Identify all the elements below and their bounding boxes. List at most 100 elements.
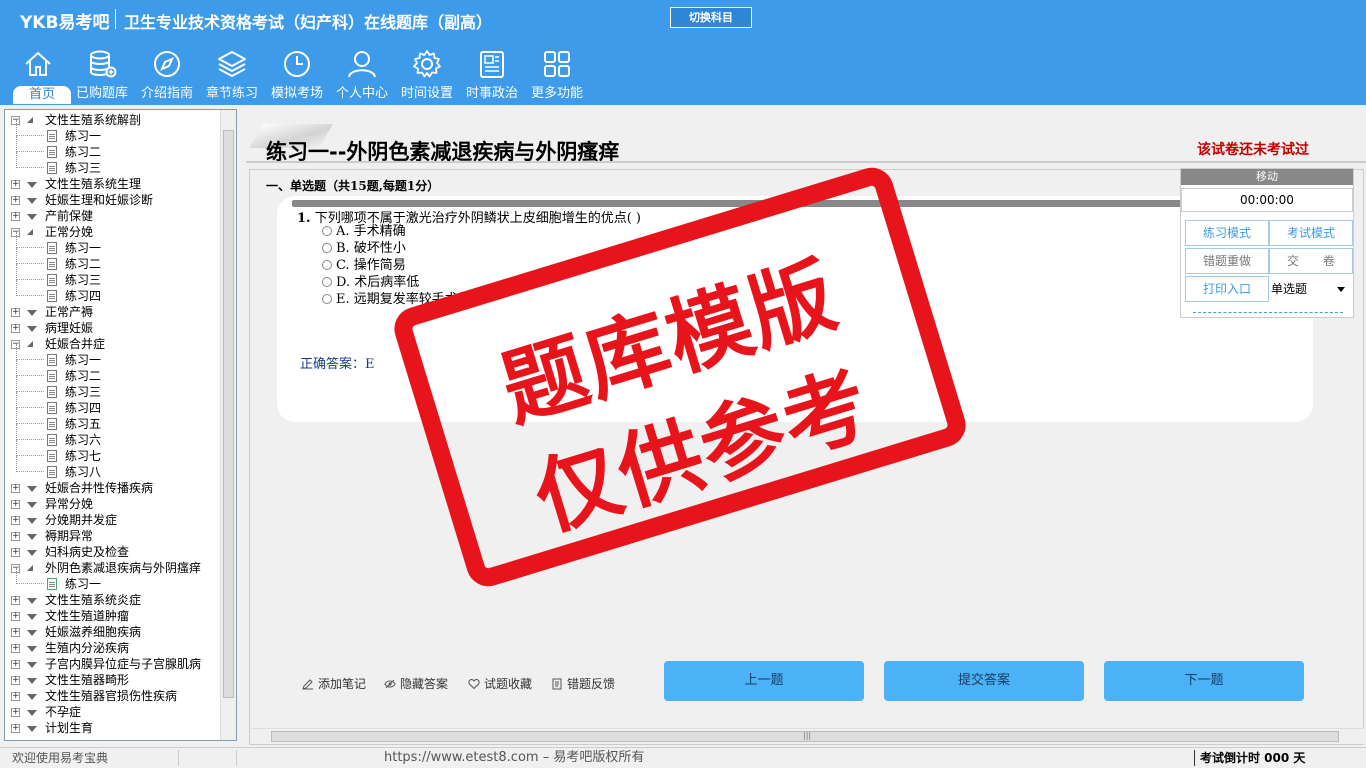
nav-time-settings[interactable]: 时间设置	[394, 48, 460, 104]
switch-subject-button[interactable]: 切换科目	[670, 7, 752, 28]
app-logo: YKB易考吧	[20, 13, 110, 33]
tree-exercise-label: 练习三	[65, 161, 102, 175]
expand-icon[interactable]: +	[11, 516, 20, 525]
option-b[interactable]: B. 破坏性小	[322, 241, 406, 257]
option-c[interactable]: C. 操作简易	[322, 258, 406, 274]
exam-timer: 00:00:00	[1181, 188, 1353, 212]
home-icon	[25, 51, 51, 76]
option-d[interactable]: D. 术后病率低	[322, 275, 419, 291]
expand-icon[interactable]: +	[11, 692, 20, 701]
expand-icon[interactable]: +	[11, 644, 20, 653]
document-icon	[47, 242, 57, 254]
radio-icon[interactable]	[322, 226, 332, 236]
tree-exercise-label: 练习三	[65, 385, 102, 399]
redo-wrong-button[interactable]: 错题重做	[1185, 248, 1269, 274]
tree-chapter-label: 文性生殖系统解剖	[45, 113, 142, 127]
expand-icon[interactable]: +	[11, 484, 20, 493]
favorite-tool[interactable]: 试题收藏	[468, 675, 532, 692]
expand-icon[interactable]: +	[11, 612, 20, 621]
folder-arrow-icon	[27, 486, 37, 492]
tree-exercise-label: 练习三	[65, 273, 102, 287]
tree-connector	[16, 344, 44, 360]
expand-icon[interactable]: +	[11, 628, 20, 637]
nav-current-affairs[interactable]: 时事政治	[459, 48, 525, 104]
expand-icon[interactable]: +	[11, 660, 20, 669]
expand-icon[interactable]: +	[11, 196, 20, 205]
expand-icon[interactable]: +	[11, 596, 20, 605]
tree-exercise-label: 练习一	[65, 577, 102, 591]
nav-chapter[interactable]: 章节练习	[199, 48, 265, 104]
tree-exercise-label: 练习八	[65, 465, 102, 479]
expand-icon[interactable]: +	[11, 212, 20, 221]
radio-icon[interactable]	[322, 243, 332, 253]
folder-arrow-icon	[27, 502, 37, 508]
next-question-button[interactable]: 下一题	[1104, 661, 1304, 701]
horizontal-scrollbar[interactable]: |||	[251, 728, 1364, 744]
tree-connector	[16, 232, 44, 248]
nav-home[interactable]: 首页	[5, 48, 71, 104]
tree-connector	[16, 568, 44, 584]
option-b-label: B. 破坏性小	[336, 241, 406, 256]
document-icon	[47, 466, 57, 478]
nav-more-label: 更多功能	[530, 86, 583, 101]
scroll-grip-icon: |||	[803, 731, 812, 740]
chapter-tree[interactable]: − 文性生殖系统解剖 练习一 练习二 练习三 + 文性生殖系统生理 + 妊娠生理和妊娠诊断 + 产前…	[4, 109, 237, 741]
exam-mode-button[interactable]: 考试模式	[1269, 220, 1353, 246]
nav-profile[interactable]: 个人中心	[329, 48, 395, 104]
nav-purchased[interactable]: 已购题库	[69, 48, 135, 104]
expand-icon[interactable]: +	[11, 548, 20, 557]
question-number: 1.	[297, 211, 311, 226]
exam-status: 该试卷还未考试过	[1197, 142, 1309, 158]
prev-question-button[interactable]: 上一题	[664, 661, 864, 701]
nav-more[interactable]: 更多功能	[524, 48, 590, 104]
expand-icon[interactable]: +	[11, 532, 20, 541]
tree-exercise-label: 练习一	[65, 129, 102, 143]
expand-icon[interactable]: +	[11, 724, 20, 733]
expand-icon[interactable]: +	[11, 500, 20, 509]
folder-arrow-icon	[27, 518, 37, 524]
radio-icon[interactable]	[322, 277, 332, 287]
print-entry-button[interactable]: 打印入口	[1185, 276, 1269, 302]
folder-arrow-icon	[27, 662, 37, 668]
question-progress-bar	[292, 200, 1182, 207]
submit-paper-button[interactable]: 交 卷	[1269, 248, 1353, 274]
title-divider	[246, 161, 1366, 163]
expand-icon[interactable]: +	[11, 308, 20, 317]
expand-icon[interactable]: +	[11, 676, 20, 685]
nav-guide[interactable]: 介绍指南	[134, 48, 200, 104]
practice-mode-button[interactable]: 练习模式	[1185, 220, 1269, 246]
expand-icon[interactable]: +	[11, 324, 20, 333]
tree-scrollbar-thumb[interactable]	[223, 130, 234, 698]
nav-guide-label: 介绍指南	[140, 86, 193, 101]
tree-chapter-label: 文性生殖系统生理	[45, 177, 142, 191]
hide-answer-tool[interactable]: 隐藏答案	[384, 675, 448, 692]
move-handle[interactable]: 移动	[1181, 169, 1353, 185]
add-note-tool[interactable]: 添加笔记	[302, 675, 366, 692]
feedback-tool[interactable]: 错题反馈	[551, 675, 615, 692]
expand-icon[interactable]: +	[11, 180, 20, 189]
expand-icon[interactable]: +	[11, 708, 20, 717]
question-type-select[interactable]: 单选题	[1271, 278, 1351, 300]
status-welcome: 欢迎使用易考宝典	[12, 751, 109, 765]
folder-arrow-icon	[27, 550, 37, 556]
status-bar: 欢迎使用易考宝典 https://www.etest8.com – 易考吧版权所…	[0, 747, 1366, 768]
tree-chapter-label: 子宫内膜异位症与子宫腺肌病	[45, 657, 202, 671]
document-icon	[47, 258, 57, 270]
tree-chapter-label: 生殖内分泌疾病	[45, 641, 130, 655]
tree-connector	[16, 408, 44, 424]
tree-connector	[16, 280, 44, 296]
tree-chapter-label: 外阴色素减退疾病与外阴瘙痒	[45, 561, 202, 575]
tree-chapter-label: 不孕症	[45, 705, 82, 719]
document-icon	[47, 130, 57, 142]
tree-scrollbar[interactable]	[220, 110, 236, 740]
option-a[interactable]: A. 手术精确	[322, 224, 406, 240]
nav-mock-exam[interactable]: 模拟考场	[264, 48, 330, 104]
option-c-label: C. 操作简易	[336, 258, 406, 273]
radio-icon[interactable]	[322, 294, 332, 304]
logo-divider	[115, 9, 116, 29]
radio-icon[interactable]	[322, 260, 332, 270]
tree-exercise-label: 练习二	[65, 145, 102, 159]
compass-icon	[154, 51, 180, 77]
submit-answer-button[interactable]: 提交答案	[884, 661, 1084, 701]
document-icon	[47, 418, 57, 430]
